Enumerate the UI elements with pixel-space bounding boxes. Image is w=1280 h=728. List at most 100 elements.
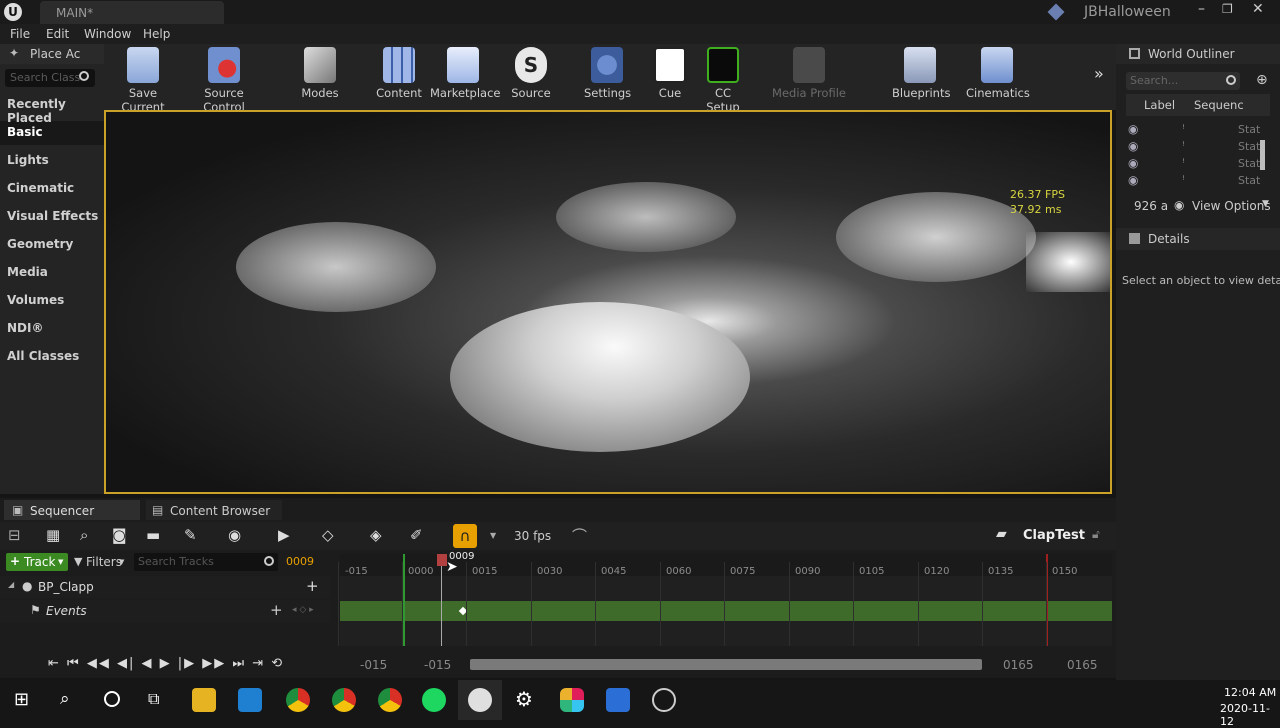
menu-edit[interactable]: Edit (46, 27, 69, 41)
category-recently-placed[interactable]: Recently Placed (7, 97, 104, 125)
track-row-events[interactable]: ⚑ Events + ◂ ◇ ▸ (0, 600, 330, 622)
marketplace-button[interactable]: Marketplace (430, 47, 500, 100)
expand-arrow-icon[interactable]: ◢ (8, 580, 14, 589)
folder-icon[interactable]: ▰ (996, 526, 1007, 542)
lock-icon[interactable]: 🔓︎ (1092, 527, 1100, 542)
clock-time[interactable]: 12:04 AM (1224, 686, 1276, 699)
search-icon[interactable]: ⌕ (60, 689, 70, 709)
category-cinematic[interactable]: Cinematic (7, 181, 74, 195)
outliner-row[interactable]: ◉ ꜝ Stat (1126, 122, 1270, 138)
source-button[interactable]: S Source (510, 47, 552, 100)
fps-dropdown[interactable]: 30 fps (514, 529, 551, 543)
source-control-button[interactable]: Source Control (184, 47, 264, 114)
pencil-icon[interactable]: ✐ (410, 526, 423, 544)
blueprints-button[interactable]: Blueprints (892, 47, 950, 100)
menu-window[interactable]: Window (84, 27, 131, 41)
close-button[interactable]: ✕ (1252, 1, 1264, 17)
tab-sequencer[interactable]: ▣ Sequencer (4, 500, 140, 520)
place-actors-tab[interactable]: ✦ Place Ac (0, 44, 104, 64)
col-sequence[interactable]: Sequenc (1194, 98, 1244, 112)
settings-gear-icon[interactable]: ⚙ (515, 687, 533, 711)
camera-icon[interactable]: ◙ (112, 526, 127, 544)
key-diamond-icon[interactable]: ◇ (322, 526, 334, 544)
cc-setup-button[interactable]: CC Setup (698, 47, 748, 114)
calculator-icon[interactable] (606, 688, 630, 712)
toolbar-overflow-icon[interactable]: » (1094, 64, 1104, 83)
slack-icon[interactable] (560, 688, 584, 712)
playhead-line[interactable] (441, 562, 442, 646)
transport-controls-icon[interactable]: ⇤ ⏮ ◀◀ ◀| ◀ ▶ |▶ ▶▶ ⏭ ⇥ ⟲ (48, 656, 284, 671)
outliner-row[interactable]: ◉ ꜝ Stat (1126, 139, 1270, 155)
save-current-button[interactable]: Save Current (108, 47, 178, 114)
windows-start-icon[interactable]: ⊞ (14, 689, 29, 710)
category-ndi[interactable]: NDI® (7, 321, 43, 335)
category-visual-effects[interactable]: Visual Effects (7, 209, 98, 223)
playback-start-marker[interactable] (403, 554, 405, 646)
filters-button[interactable]: Filters (86, 555, 122, 569)
col-label[interactable]: Label (1144, 98, 1175, 112)
outliner-scrollbar[interactable] (1260, 140, 1265, 170)
world-icon[interactable]: ⊟ (8, 526, 21, 544)
eye-options-icon[interactable]: ◉ (228, 526, 241, 544)
view-range-scrollbar[interactable] (470, 659, 982, 670)
category-basic[interactable]: Basic (7, 125, 43, 139)
chrome-icon[interactable] (286, 688, 310, 712)
range-start-a[interactable]: -015 (360, 658, 387, 672)
settings-button[interactable]: Settings (584, 47, 631, 100)
chrome-icon[interactable] (378, 688, 402, 712)
tab-content-browser[interactable]: ▤ Content Browser (146, 500, 282, 520)
add-actor-icon[interactable]: ⊕ (1256, 72, 1268, 88)
clock-date[interactable]: 2020-11-12 (1220, 702, 1280, 728)
class-search-box[interactable]: Search Class (5, 69, 95, 87)
menu-file[interactable]: File (10, 27, 30, 41)
level-viewport[interactable]: 26.37 FPS 37.92 ms (104, 110, 1112, 494)
level-tab[interactable]: MAIN* (40, 1, 224, 24)
modes-button[interactable]: Modes (300, 47, 340, 100)
events-track-bar[interactable] (340, 601, 1112, 621)
unreal-launcher-icon[interactable] (652, 688, 676, 712)
wrench-icon[interactable]: ✎ (184, 526, 197, 544)
add-track-button[interactable]: + Track ▼ (6, 553, 68, 571)
minimize-button[interactable]: – (1198, 1, 1205, 17)
category-volumes[interactable]: Volumes (7, 293, 64, 307)
range-end-a[interactable]: 0165 (1003, 658, 1034, 672)
key-nav-icon[interactable]: ◂ ◇ ▸ (292, 605, 314, 615)
cinematics-button[interactable]: Cinematics (966, 47, 1030, 100)
current-frame[interactable]: 0009 (286, 555, 314, 568)
spotify-icon[interactable] (422, 688, 446, 712)
snap-magnet-button[interactable]: ∩ (453, 524, 477, 548)
cue-button[interactable]: Cue (652, 47, 688, 100)
maximize-button[interactable]: ❐ (1222, 2, 1233, 16)
save-icon[interactable]: ▦ (46, 526, 60, 544)
category-lights[interactable]: Lights (7, 153, 49, 167)
search-icon[interactable]: ⌕ (80, 526, 88, 544)
outliner-search[interactable]: Search... (1126, 72, 1240, 90)
range-end-b[interactable]: 0165 (1067, 658, 1098, 672)
play-options-icon[interactable]: ▶ (278, 526, 290, 544)
menu-help[interactable]: Help (143, 27, 170, 41)
outliner-row[interactable]: ◉ ꜝ Stat (1126, 156, 1270, 172)
category-geometry[interactable]: Geometry (7, 237, 73, 251)
outliner-tab[interactable]: World Outliner (1116, 44, 1280, 64)
outliner-row[interactable]: ◉ ꜝ Stat (1126, 173, 1270, 189)
details-tab[interactable]: Details (1116, 228, 1280, 250)
view-options-button[interactable]: View Options (1192, 199, 1271, 213)
visibility-eye-icon[interactable]: ◉ (1128, 122, 1138, 136)
category-media[interactable]: Media (7, 265, 48, 279)
category-all-classes[interactable]: All Classes (7, 349, 79, 363)
range-start-b[interactable]: -015 (424, 658, 451, 672)
key-auto-icon[interactable]: ◈ (370, 526, 382, 544)
clapper-icon[interactable]: ▬ (146, 526, 160, 544)
file-explorer-icon[interactable] (192, 688, 216, 712)
visibility-eye-icon[interactable]: ◉ (1128, 139, 1138, 153)
content-button[interactable]: Content (376, 47, 422, 100)
add-subtrack-icon[interactable]: + (306, 577, 319, 595)
add-key-icon[interactable]: + (270, 601, 283, 619)
visibility-eye-icon[interactable]: ◉ (1128, 156, 1138, 170)
chrome-icon[interactable] (332, 688, 356, 712)
task-view-icon[interactable]: ⧉ (148, 689, 159, 709)
track-search-input[interactable]: Search Tracks (134, 553, 278, 571)
curve-editor-icon[interactable]: ⌒ (572, 525, 587, 546)
cortana-icon[interactable] (104, 691, 120, 707)
chevron-down-icon[interactable]: ▼ (490, 531, 496, 540)
